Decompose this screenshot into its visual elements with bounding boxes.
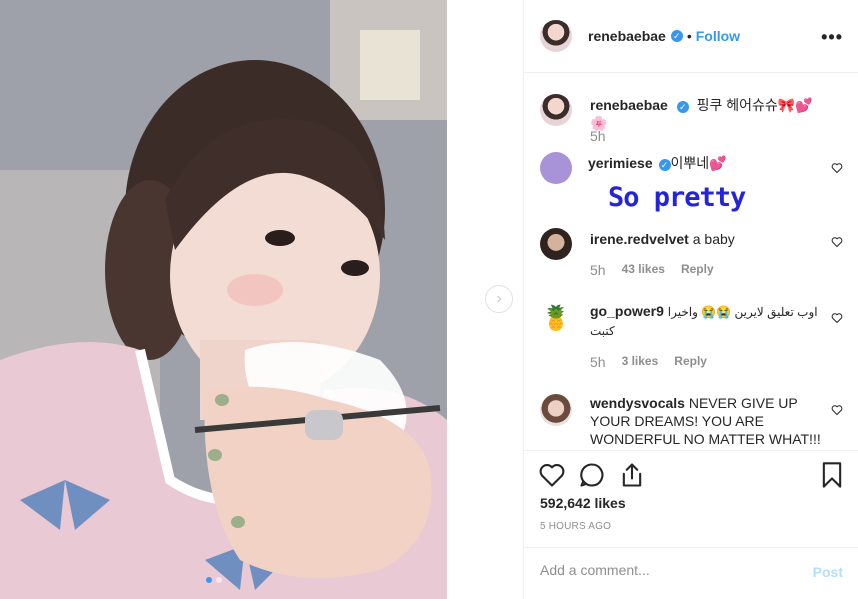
post-photo-area: › (0, 0, 523, 599)
post-header: renebaebae ✓ • Follow ••• (524, 0, 858, 73)
comment-username[interactable]: yerimiese (588, 155, 653, 171)
carousel-dot (216, 577, 222, 583)
post-author-username[interactable]: renebaebae (588, 28, 666, 44)
carousel-dots (206, 577, 222, 583)
like-heart-icon[interactable] (538, 461, 566, 489)
caption-body: renebaebae ✓ 핑쿠 헤어슈슈🎀💕🌸 (590, 96, 825, 132)
comment-body: wendysvocals NEVER GIVE UP YOUR DREAMS! … (590, 394, 825, 448)
follow-button[interactable]: Follow (696, 28, 740, 44)
like-heart-icon[interactable] (831, 312, 843, 324)
avatar[interactable] (540, 20, 572, 52)
avatar[interactable] (540, 94, 572, 126)
comment-list[interactable]: renebaebae ✓ 핑쿠 헤어슈슈🎀💕🌸 5h yerimiese ✓ 이뿌… (524, 74, 858, 450)
caption-time: 5h (590, 128, 606, 144)
caption-meta: 5h (590, 128, 606, 144)
translation-annotation: So pretty (608, 182, 746, 213)
like-heart-icon[interactable] (831, 162, 843, 174)
comment-bubble-icon[interactable] (578, 461, 606, 489)
add-comment-input[interactable] (540, 562, 790, 578)
comment-text: 이뿌네💕 (670, 155, 727, 171)
post-timestamp[interactable]: 5 HOURS AGO (540, 521, 611, 532)
like-heart-icon[interactable] (831, 404, 843, 416)
post-side-panel: renebaebae ✓ • Follow ••• renebaebae ✓ 핑… (523, 0, 858, 599)
verified-badge-icon: ✓ (670, 30, 683, 42)
comment-username[interactable]: wendysvocals (590, 395, 685, 411)
comment-time: 5h (590, 262, 606, 278)
carousel-dot-active (206, 577, 212, 583)
verified-badge-icon: ✓ (658, 159, 671, 171)
pineapple-avatar[interactable]: 🍍 (540, 302, 572, 334)
verified-badge-icon: ✓ (676, 101, 689, 113)
comment-likes[interactable]: 43 likes (622, 262, 665, 278)
reply-button[interactable]: Reply (681, 262, 714, 278)
post-actions: 592,642 likes 5 HOURS AGO Post (524, 450, 858, 599)
photo-illustration (0, 0, 447, 599)
share-icon[interactable] (618, 461, 646, 489)
header-separator: • (686, 28, 692, 44)
post-comment-button[interactable]: Post (813, 564, 843, 580)
next-slide-chevron-icon[interactable]: › (485, 285, 513, 313)
comment-time: 5h (590, 354, 606, 370)
avatar[interactable] (540, 152, 572, 184)
comment-body: go_power9 اوب تعليق لايرين 😭😭 واخيرا كتب… (590, 302, 825, 340)
comment-body: irene.redvelvet a baby (590, 230, 825, 248)
post-photo[interactable] (0, 0, 447, 599)
reply-button[interactable]: Reply (674, 354, 707, 370)
comment-meta: 5h 3 likes Reply (590, 354, 707, 370)
comment-username[interactable]: irene.redvelvet (590, 231, 689, 247)
comment-text: a baby (692, 231, 735, 247)
like-count[interactable]: 592,642 likes (540, 495, 626, 511)
add-comment-bar: Post (524, 547, 858, 599)
avatar[interactable] (540, 394, 572, 426)
bookmark-icon[interactable] (818, 461, 846, 489)
comment-username[interactable]: go_power9 (590, 303, 664, 319)
caption-username[interactable]: renebaebae (590, 97, 668, 113)
comment-body: yerimiese ✓ 이뿌네💕 (588, 154, 823, 172)
more-options-icon[interactable]: ••• (821, 27, 843, 48)
comment-likes[interactable]: 3 likes (622, 354, 659, 370)
comment-meta: 5h 43 likes Reply (590, 262, 714, 278)
like-heart-icon[interactable] (831, 236, 843, 248)
avatar[interactable] (540, 228, 572, 260)
